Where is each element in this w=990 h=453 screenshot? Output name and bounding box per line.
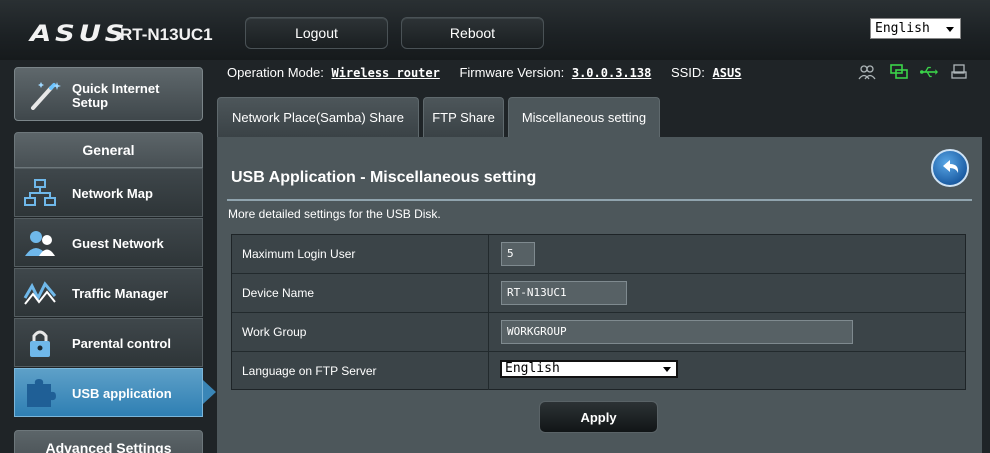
sidebar-item-label: Parental control xyxy=(72,336,171,351)
printer-icon[interactable] xyxy=(950,63,968,81)
reboot-button[interactable]: Reboot xyxy=(401,17,544,49)
top-bar: ASUS RT-N13UC1 Logout Reboot English xyxy=(0,0,990,60)
sidebar-item-usb-application[interactable]: USB application xyxy=(14,368,203,417)
table-row: Maximum Login User 5 xyxy=(232,235,965,274)
max-login-user-input[interactable]: 5 xyxy=(501,242,535,266)
tab-ftp-share[interactable]: FTP Share xyxy=(423,97,504,137)
sidebar-item-label: USB application xyxy=(72,386,172,401)
ftp-language-value: English xyxy=(505,361,560,376)
firmware-link[interactable]: 3.0.0.3.138 xyxy=(572,66,651,80)
general-section-header: General xyxy=(14,132,203,168)
table-row: Work Group WORKGROUP xyxy=(232,313,965,352)
lock-icon xyxy=(23,328,57,358)
back-button[interactable] xyxy=(931,149,969,187)
sidebar-item-label: Network Map xyxy=(72,186,153,201)
status-icons xyxy=(858,63,968,83)
ssid-label: SSID: xyxy=(670,65,705,80)
row-label: Language on FTP Server xyxy=(232,352,489,390)
sidebar-item-label: Traffic Manager xyxy=(72,286,169,301)
quick-setup-label: Quick Internet Setup xyxy=(72,81,160,110)
row-label: Maximum Login User xyxy=(232,235,489,273)
table-row: Language on FTP Server English xyxy=(232,352,965,391)
settings-table: Maximum Login User 5 Device Name RT-N13U… xyxy=(231,234,966,390)
settings-panel: USB Application - Miscellaneous setting … xyxy=(217,137,982,453)
language-select-value: English xyxy=(875,21,930,36)
quick-internet-setup-button[interactable]: Quick Internet Setup xyxy=(14,67,203,121)
work-group-input[interactable]: WORKGROUP xyxy=(501,320,853,344)
row-label: Device Name xyxy=(232,274,489,312)
asus-logo: ASUS xyxy=(30,22,129,47)
sidebar-item-traffic-manager[interactable]: Traffic Manager xyxy=(14,268,203,317)
model-name: RT-N13UC1 xyxy=(120,25,213,44)
network-map-icon xyxy=(23,178,57,208)
magic-wand-icon xyxy=(27,80,63,110)
tab-samba-share[interactable]: Network Place(Samba) Share xyxy=(217,97,419,137)
sidebar-item-label: Guest Network xyxy=(72,236,164,251)
sidebar-item-network-map[interactable]: Network Map xyxy=(14,168,203,217)
page-title: USB Application - Miscellaneous setting xyxy=(231,169,537,186)
network-icon[interactable] xyxy=(890,63,908,81)
sidebar-item-guest-network[interactable]: Guest Network xyxy=(14,218,203,267)
language-select[interactable]: English xyxy=(870,18,961,39)
logout-button[interactable]: Logout xyxy=(245,17,388,49)
puzzle-icon xyxy=(23,378,57,408)
firmware-label: Firmware Version: xyxy=(459,65,565,80)
table-row: Device Name RT-N13UC1 xyxy=(232,274,965,313)
row-label: Work Group xyxy=(232,313,489,351)
guest-network-icon xyxy=(23,228,57,258)
advanced-settings-section-header: Advanced Settings xyxy=(14,430,203,453)
ftp-language-select[interactable]: English xyxy=(500,360,678,378)
title-divider xyxy=(227,199,972,201)
usb-icon[interactable] xyxy=(920,63,938,81)
panel-description: More detailed settings for the USB Disk. xyxy=(228,207,441,221)
device-name-input[interactable]: RT-N13UC1 xyxy=(501,281,627,305)
sidebar-item-parental-control[interactable]: Parental control xyxy=(14,318,203,367)
apply-button[interactable]: Apply xyxy=(539,401,658,433)
chevron-down-icon xyxy=(946,27,954,32)
back-arrow-icon xyxy=(943,160,959,173)
active-indicator-arrow xyxy=(203,380,216,404)
ssid-link[interactable]: ASUS xyxy=(713,66,742,80)
tab-miscellaneous-setting[interactable]: Miscellaneous setting xyxy=(508,97,660,137)
chevron-down-icon xyxy=(663,367,671,372)
operation-mode-link[interactable]: Wireless router xyxy=(331,66,439,80)
traffic-manager-icon xyxy=(23,278,57,308)
operation-mode-label: Operation Mode: xyxy=(227,65,324,80)
clients-icon[interactable] xyxy=(858,63,876,81)
status-line: Operation Mode: Wireless router Firmware… xyxy=(227,65,757,80)
